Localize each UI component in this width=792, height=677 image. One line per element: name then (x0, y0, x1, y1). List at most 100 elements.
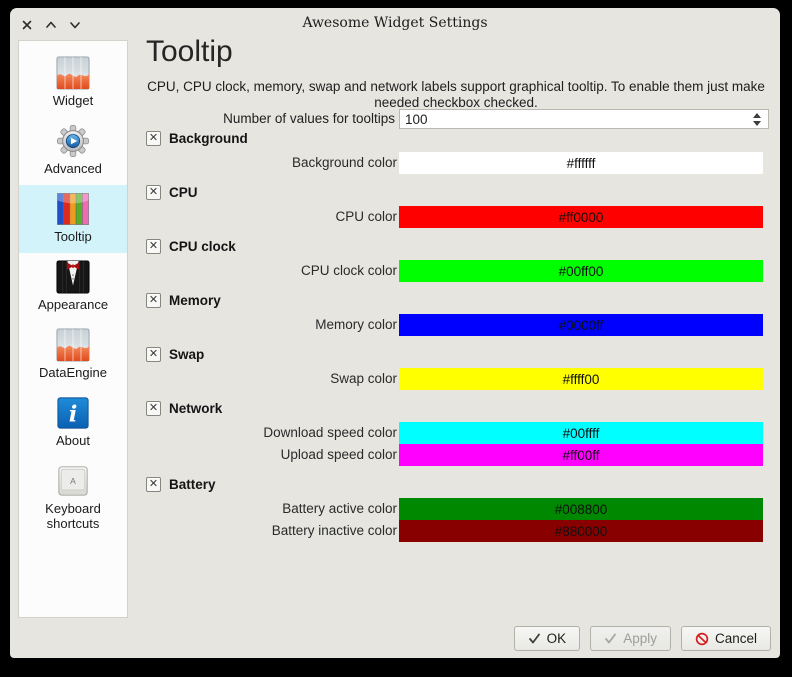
spinner-up-icon[interactable] (753, 113, 761, 118)
tooltip-stripes-icon (56, 192, 90, 226)
sidebar-item-about[interactable]: i About (19, 389, 127, 457)
spinner-down-icon[interactable] (753, 121, 761, 126)
sidebar-item-label: Advanced (42, 161, 104, 176)
window-title: Awesome Widget Settings (10, 8, 780, 40)
titlebar: Awesome Widget Settings (10, 8, 780, 40)
dialog-buttons: OK Apply Cancel (514, 626, 771, 651)
appearance-tuxedo-icon (56, 260, 90, 294)
cpu-clock-color-swatch[interactable]: #00ff00 (399, 260, 763, 282)
values-spinner-label: Number of values for tooltips (146, 109, 399, 129)
values-spinner-input[interactable] (405, 112, 753, 127)
section-label: Swap (169, 347, 204, 362)
sidebar-item-widget[interactable]: Widget (19, 49, 127, 117)
section-header-background: ✕ Background (146, 131, 763, 146)
background-color-swatch[interactable]: #ffffff (399, 152, 763, 174)
section-label: Memory (169, 293, 221, 308)
color-hex-value: #ff0000 (559, 210, 604, 225)
page-description: CPU, CPU clock, memory, swap and network… (146, 79, 766, 111)
apply-check-icon (604, 632, 617, 645)
color-row: Swap color #ffff00 (146, 368, 763, 390)
color-row: Download speed color #00ffff (146, 422, 763, 444)
color-row: CPU color #ff0000 (146, 206, 763, 228)
section-label: Network (169, 401, 222, 416)
color-row: Upload speed color #ff00ff (146, 444, 763, 466)
sidebar-item-label: About (54, 433, 92, 448)
color-hex-value: #ff00ff (562, 448, 599, 463)
section-label: CPU (169, 185, 198, 200)
sidebar-item-dataengine[interactable]: DataEngine (19, 321, 127, 389)
sidebar-item-label: Widget (51, 93, 95, 108)
settings-window: Awesome Widget Settings Widget (10, 8, 780, 658)
color-row-label: CPU clock color (146, 260, 399, 282)
color-row: Battery active color #008800 (146, 498, 763, 520)
memory-color-swatch[interactable]: #0000ff (399, 314, 763, 336)
upload-speed-color-swatch[interactable]: #ff00ff (399, 444, 763, 466)
svg-text:A: A (70, 476, 76, 486)
tooltip-settings-form: Number of values for tooltips ✕ Backgrou… (146, 109, 763, 542)
section-header-battery: ✕ Battery (146, 477, 763, 492)
values-spinner[interactable] (399, 109, 769, 129)
section-checkbox[interactable]: ✕ (146, 347, 161, 362)
cpu-color-swatch[interactable]: #ff0000 (399, 206, 763, 228)
sidebar-item-advanced[interactable]: Advanced (19, 117, 127, 185)
spinner-arrows-icon[interactable] (753, 113, 763, 126)
section-header-memory: ✕ Memory (146, 293, 763, 308)
color-row-label: Download speed color (146, 422, 399, 444)
sidebar-item-keyboard-shortcuts[interactable]: A Keyboard shortcuts (19, 457, 127, 540)
battery-inactive-color-swatch[interactable]: #880000 (399, 520, 763, 542)
widget-chart-icon (56, 56, 90, 90)
color-hex-value: #ffffff (567, 156, 596, 171)
sidebar-item-label: Keyboard shortcuts (19, 501, 127, 531)
values-spinner-row: Number of values for tooltips (146, 109, 769, 129)
color-row-label: Background color (146, 152, 399, 174)
section-label: CPU clock (169, 239, 236, 254)
color-row-label: Battery inactive color (146, 520, 399, 542)
about-info-icon: i (56, 396, 90, 430)
sidebar-item-label: DataEngine (37, 365, 109, 380)
sidebar-item-label: Tooltip (52, 229, 94, 244)
section-checkbox[interactable]: ✕ (146, 477, 161, 492)
section-checkbox[interactable]: ✕ (146, 131, 161, 146)
apply-button[interactable]: Apply (590, 626, 671, 651)
section-label: Background (169, 131, 248, 146)
color-hex-value: #00ff00 (559, 264, 604, 279)
sidebar: Widget Advanced (18, 40, 128, 618)
ok-button-label: OK (547, 631, 567, 646)
advanced-gear-icon (56, 124, 90, 158)
swap-color-swatch[interactable]: #ffff00 (399, 368, 763, 390)
keyboard-key-icon: A (56, 464, 90, 498)
color-hex-value: #0000ff (559, 318, 604, 333)
section-checkbox[interactable]: ✕ (146, 401, 161, 416)
section-header-swap: ✕ Swap (146, 347, 763, 362)
section-label: Battery (169, 477, 216, 492)
color-hex-value: #880000 (555, 524, 608, 539)
sidebar-item-tooltip[interactable]: Tooltip (19, 185, 127, 253)
color-row-label: Swap color (146, 368, 399, 390)
ok-check-icon (528, 632, 541, 645)
cancel-no-entry-icon (695, 632, 709, 646)
settings-sections: ✕ Background Background color #ffffff ✕ … (146, 131, 763, 542)
sidebar-item-label: Appearance (36, 297, 110, 312)
section-checkbox[interactable]: ✕ (146, 239, 161, 254)
color-row: CPU clock color #00ff00 (146, 260, 763, 282)
color-row: Memory color #0000ff (146, 314, 763, 336)
section-checkbox[interactable]: ✕ (146, 293, 161, 308)
color-hex-value: #008800 (555, 502, 608, 517)
cancel-button-label: Cancel (715, 631, 757, 646)
download-speed-color-swatch[interactable]: #00ffff (399, 422, 763, 444)
color-row-label: Upload speed color (146, 444, 399, 466)
page-title: Tooltip (146, 35, 233, 69)
color-row: Background color #ffffff (146, 152, 763, 174)
svg-text:i: i (69, 402, 78, 428)
sidebar-item-appearance[interactable]: Appearance (19, 253, 127, 321)
apply-button-label: Apply (623, 631, 657, 646)
ok-button[interactable]: OK (514, 626, 581, 651)
section-header-network: ✕ Network (146, 401, 763, 416)
section-header-cpu-clock: ✕ CPU clock (146, 239, 763, 254)
dataengine-chart-icon (56, 328, 90, 362)
color-row: Battery inactive color #880000 (146, 520, 763, 542)
battery-active-color-swatch[interactable]: #008800 (399, 498, 763, 520)
color-hex-value: #00ffff (563, 426, 600, 441)
section-checkbox[interactable]: ✕ (146, 185, 161, 200)
cancel-button[interactable]: Cancel (681, 626, 771, 651)
